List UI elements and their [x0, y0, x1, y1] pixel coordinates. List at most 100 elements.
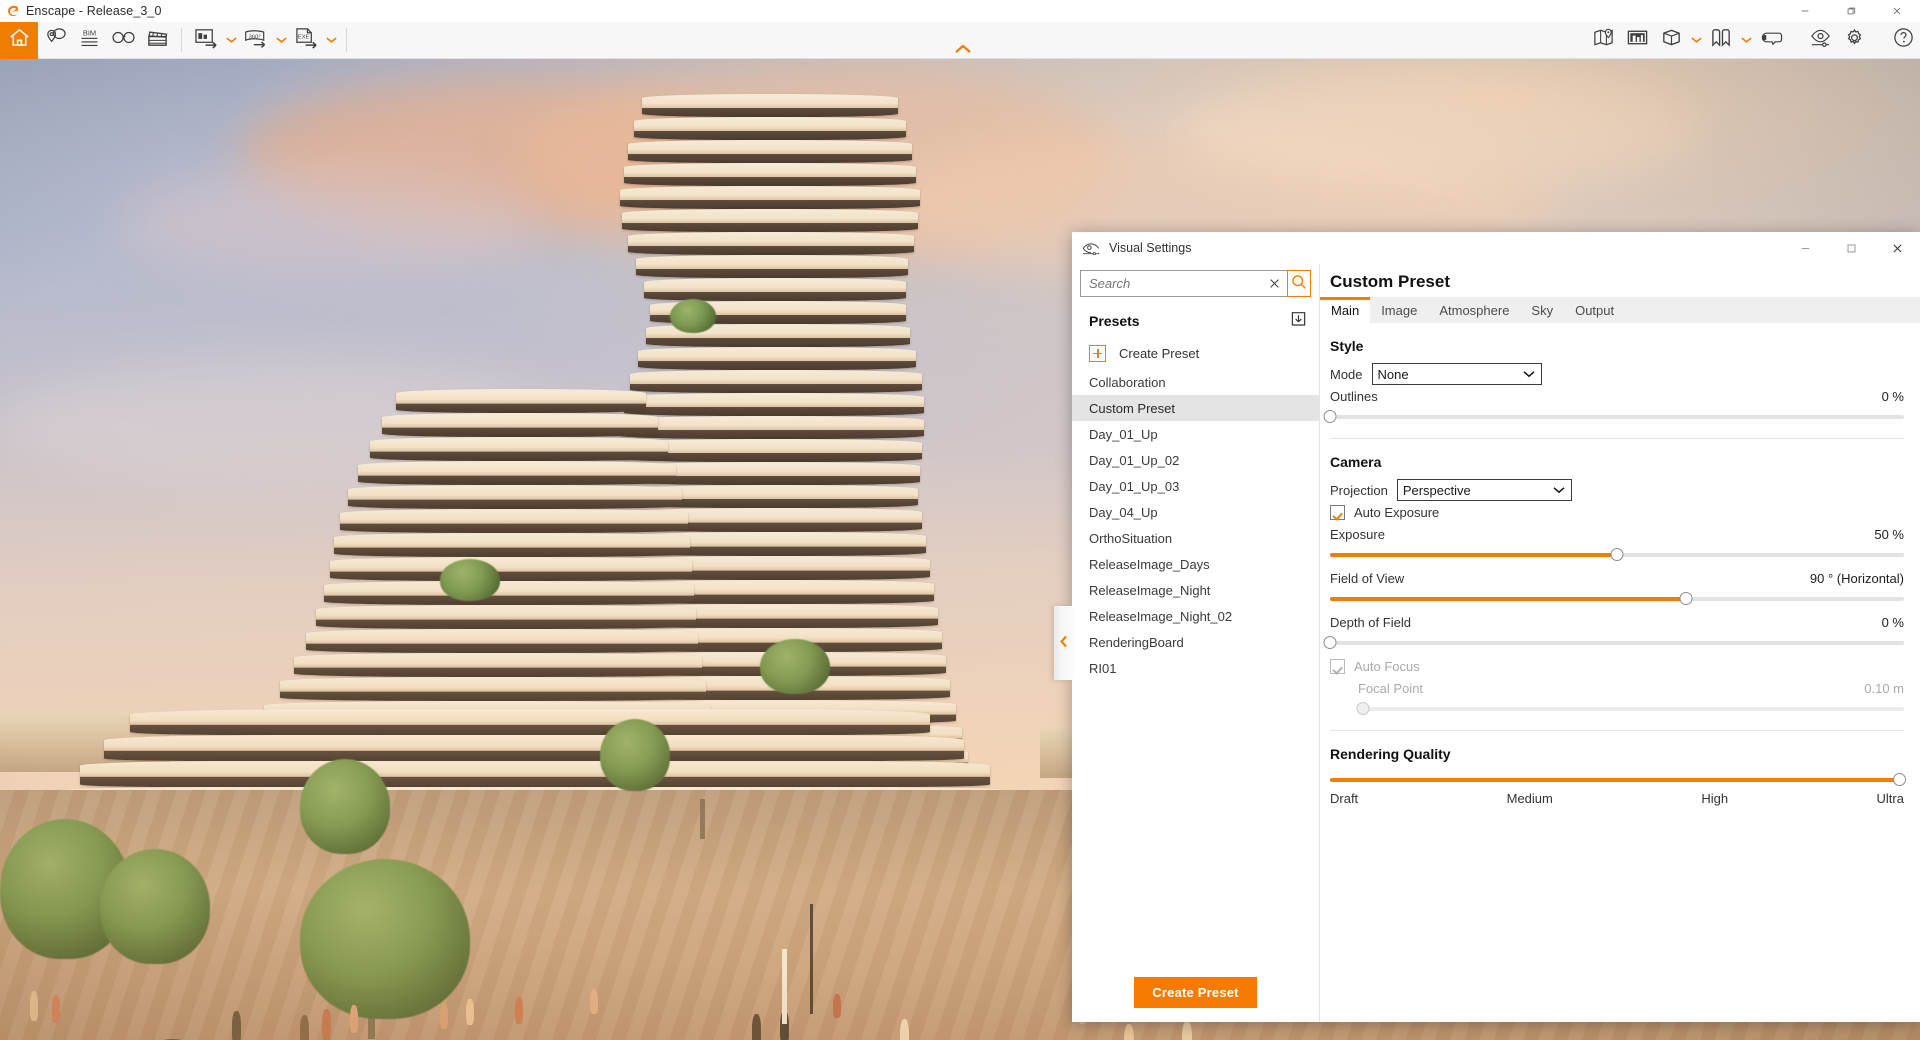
vs-minimize-button[interactable] [1782, 232, 1828, 264]
home-button[interactable] [0, 22, 38, 59]
vr-mode-button[interactable] [1754, 22, 1788, 59]
visual-settings-button[interactable] [1803, 22, 1837, 59]
video-editor-button[interactable] [140, 22, 174, 59]
quality-label-ultra[interactable]: Ultra [1877, 791, 1904, 806]
slider-track [1330, 415, 1904, 419]
tab-sky[interactable]: Sky [1520, 297, 1564, 323]
export-panorama-caret[interactable] [273, 22, 289, 59]
person [322, 1009, 331, 1040]
preset-item-custom-preset[interactable]: Custom Preset [1072, 395, 1319, 421]
slider-track [1358, 707, 1904, 711]
export-image-button[interactable] [189, 22, 223, 59]
settings-content: Style Mode None Outlines 0 % [1320, 323, 1920, 1022]
search-box[interactable] [1080, 270, 1287, 297]
tree [600, 719, 670, 791]
preset-item-day-04-up[interactable]: Day_04_Up [1072, 499, 1319, 525]
preset-item-day-01-up[interactable]: Day_01_Up [1072, 421, 1319, 447]
preset-name-heading: Custom Preset [1320, 264, 1920, 297]
slider-knob[interactable] [1324, 636, 1337, 649]
slider-knob[interactable] [1679, 592, 1692, 605]
quality-label-draft[interactable]: Draft [1330, 791, 1358, 806]
focal-point-value: 0.10 m [1864, 681, 1904, 696]
auto-exposure-checkbox[interactable] [1330, 505, 1345, 520]
preset-item-releaseimage-night-02[interactable]: ReleaseImage_Night_02 [1072, 603, 1319, 629]
gear-icon [1843, 26, 1866, 54]
vr-headset-button[interactable] [106, 22, 140, 59]
export-panorama-button[interactable]: 360° [239, 22, 273, 59]
tab-atmosphere[interactable]: Atmosphere [1428, 297, 1520, 323]
export-exe-caret[interactable] [323, 22, 339, 59]
slider-knob[interactable] [1611, 548, 1624, 561]
map-location-button[interactable] [1586, 22, 1620, 59]
preset-item-day-01-up-03[interactable]: Day_01_Up_03 [1072, 473, 1319, 499]
general-settings-button[interactable] [1837, 22, 1871, 59]
create-preset-button[interactable]: Create Preset [1134, 977, 1256, 1008]
view-management-button[interactable] [1654, 22, 1688, 59]
projection-select[interactable]: Perspective [1397, 479, 1572, 501]
favorites-views-caret[interactable] [1738, 22, 1754, 59]
search-submit-button[interactable] [1287, 270, 1311, 297]
dof-slider[interactable] [1330, 634, 1904, 651]
preset-item-ri01[interactable]: RI01 [1072, 655, 1319, 681]
tree [300, 859, 470, 1019]
outlines-value: 0 % [1882, 389, 1904, 404]
asset-library-button[interactable] [38, 22, 72, 59]
tab-image[interactable]: Image [1370, 297, 1428, 323]
search-input[interactable] [1089, 276, 1267, 291]
visual-settings-titlebar[interactable]: Visual Settings [1072, 232, 1920, 264]
vs-maximize-button[interactable] [1828, 232, 1874, 264]
collapse-ribbon-button[interactable] [941, 42, 985, 58]
minimize-button[interactable] [1782, 0, 1828, 22]
outlines-slider[interactable] [1330, 408, 1904, 425]
collapse-panel-button[interactable] [1054, 606, 1072, 680]
favorites-views-button[interactable] [1704, 22, 1738, 59]
project-preview-button[interactable] [1620, 22, 1654, 59]
presets-sidebar: Presets Create Preset Collaboration Cust… [1072, 264, 1320, 1022]
outlines-row: Outlines 0 % [1326, 389, 1906, 404]
main-toolbar: BIM 360° [0, 22, 1920, 59]
vs-close-button[interactable] [1874, 232, 1920, 264]
exposure-slider[interactable] [1330, 546, 1904, 563]
mode-select-wrap: None [1363, 363, 1542, 385]
export-image-caret[interactable] [223, 22, 239, 59]
toolbar-left-group: BIM [0, 22, 174, 58]
help-button[interactable] [1886, 22, 1920, 59]
export-exe-button[interactable]: EXE [289, 22, 323, 59]
quality-label-medium[interactable]: Medium [1507, 791, 1553, 806]
projection-select-wrap: Perspective [1388, 479, 1572, 501]
slider-knob[interactable] [1324, 410, 1337, 423]
focal-point-label: Focal Point [1358, 681, 1423, 696]
auto-exposure-row[interactable]: Auto Exposure [1330, 505, 1906, 520]
create-preset-row[interactable]: Create Preset [1072, 339, 1319, 367]
chevron-down-icon [326, 31, 337, 49]
section-divider [1330, 438, 1904, 439]
cloud [120, 169, 540, 279]
eye-settings-icon [1809, 26, 1832, 54]
mode-select[interactable]: None [1372, 363, 1542, 385]
preset-item-releaseimage-days[interactable]: ReleaseImage_Days [1072, 551, 1319, 577]
view-management-caret[interactable] [1688, 22, 1704, 59]
preset-item-collaboration[interactable]: Collaboration [1072, 369, 1319, 395]
svg-text:360°: 360° [248, 34, 260, 40]
preset-item-day-01-up-02[interactable]: Day_01_Up_02 [1072, 447, 1319, 473]
slider-knob[interactable] [1893, 773, 1906, 786]
quality-label-high[interactable]: High [1701, 791, 1728, 806]
preset-item-orthosituation[interactable]: OrthoSituation [1072, 525, 1319, 551]
restore-button[interactable] [1828, 0, 1874, 22]
preset-item-renderingboard[interactable]: RenderingBoard [1072, 629, 1319, 655]
fov-slider[interactable] [1330, 590, 1904, 607]
home-icon [8, 26, 31, 54]
person [52, 995, 60, 1023]
import-preset-button[interactable] [1287, 311, 1309, 331]
search-clear-icon[interactable] [1267, 278, 1281, 289]
tab-main[interactable]: Main [1320, 297, 1370, 323]
close-button[interactable] [1874, 0, 1920, 22]
map-pin-icon [1592, 26, 1615, 54]
tree [300, 759, 390, 854]
tab-output[interactable]: Output [1564, 297, 1625, 323]
preset-item-releaseimage-night[interactable]: ReleaseImage_Night [1072, 577, 1319, 603]
bim-info-button[interactable]: BIM [72, 22, 106, 59]
chevron-down-icon [276, 31, 287, 49]
rendering-quality-slider[interactable] [1330, 772, 1904, 788]
person [350, 1005, 358, 1033]
